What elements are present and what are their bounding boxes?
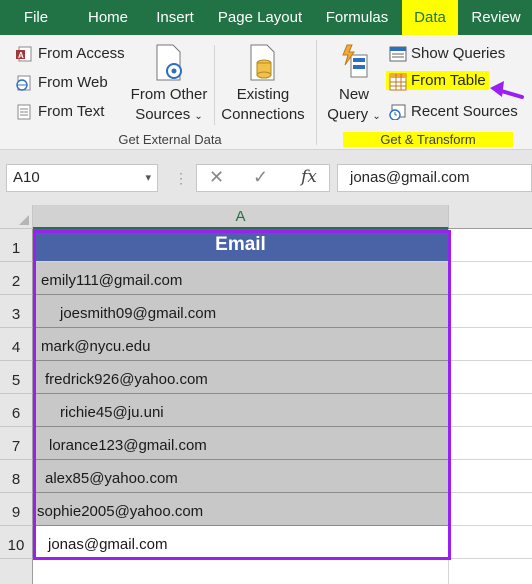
from-text-label: From Text xyxy=(38,103,105,120)
arrow-pointer-icon xyxy=(488,79,524,106)
from-table-icon xyxy=(389,73,407,90)
row-header[interactable]: 7 xyxy=(0,427,33,460)
name-box-value: A10 xyxy=(13,169,40,186)
row-header[interactable]: 2 xyxy=(0,262,33,295)
new-query-label-1: New xyxy=(338,86,369,103)
show-queries-button[interactable]: Show Queries xyxy=(389,45,505,62)
recent-sources-button[interactable]: Recent Sources xyxy=(389,103,518,121)
empty-cell[interactable] xyxy=(449,394,532,427)
table-row[interactable]: emily111@gmail.com xyxy=(33,262,449,295)
recent-sources-icon xyxy=(389,104,406,121)
from-web-button[interactable]: From Web xyxy=(16,74,108,91)
column-header-b[interactable] xyxy=(449,205,532,229)
existing-connections-button[interactable]: Existing Connections xyxy=(219,43,307,125)
empty-cell[interactable] xyxy=(449,229,532,262)
show-queries-label: Show Queries xyxy=(411,45,506,62)
empty-cell[interactable] xyxy=(449,526,532,559)
row-header[interactable]: 5 xyxy=(0,361,33,394)
row-header[interactable]: 6 xyxy=(0,394,33,427)
chevron-down-icon: ⌄ xyxy=(372,111,381,122)
new-query-icon xyxy=(324,43,384,85)
ribbon-tab-bar: File Home Insert Page Layout Formulas Da… xyxy=(0,0,532,35)
get-transform-group-label: Get & Transform xyxy=(343,132,513,147)
column-header-a[interactable]: A xyxy=(33,205,449,229)
existing-connections-label-1: Existing xyxy=(236,86,290,103)
web-icon xyxy=(16,75,32,91)
from-access-label: From Access xyxy=(38,45,125,62)
from-access-button[interactable]: A From Access xyxy=(16,45,125,62)
table-row[interactable]: lorance123@gmail.com xyxy=(33,427,449,460)
empty-cell[interactable] xyxy=(449,427,532,460)
other-sources-icon xyxy=(128,43,210,85)
from-other-sources-label-1: From Other xyxy=(130,86,208,103)
insert-function-icon[interactable]: fx xyxy=(301,167,317,187)
group-divider xyxy=(214,45,215,125)
formula-input[interactable]: jonas@gmail.com xyxy=(337,164,532,192)
tab-review[interactable]: Review xyxy=(466,0,526,35)
row-header xyxy=(0,559,33,584)
empty-cell[interactable] xyxy=(449,262,532,295)
from-web-label: From Web xyxy=(38,74,108,91)
from-text-button[interactable]: From Text xyxy=(16,103,104,120)
recent-sources-label: Recent Sources xyxy=(411,103,518,120)
table-header-cell[interactable]: Email xyxy=(33,229,449,262)
row-header[interactable]: 8 xyxy=(0,460,33,493)
from-table-button[interactable]: From Table xyxy=(386,71,489,90)
row-header[interactable]: 9 xyxy=(0,493,33,526)
access-icon: A xyxy=(16,46,32,62)
formula-buttons: ✕ ✓ fx xyxy=(196,164,330,192)
show-queries-icon xyxy=(389,46,407,62)
select-all-corner[interactable] xyxy=(0,205,33,229)
table-row[interactable]: jonas@gmail.com xyxy=(33,526,449,559)
empty-cell[interactable] xyxy=(33,559,449,584)
svg-text:A: A xyxy=(18,51,24,60)
table-row[interactable]: mark@nycu.edu xyxy=(33,328,449,361)
empty-cell[interactable] xyxy=(449,361,532,394)
tab-formulas[interactable]: Formulas xyxy=(320,0,394,35)
empty-cell[interactable] xyxy=(449,493,532,526)
from-other-sources-button[interactable]: From Other Sources ⌄ xyxy=(128,43,210,127)
from-other-sources-label-2: Sources xyxy=(135,106,191,123)
empty-cell[interactable] xyxy=(449,295,532,328)
row-header[interactable]: 10 xyxy=(0,526,33,559)
group-divider xyxy=(316,40,317,145)
worksheet-grid: A 1 2 3 4 5 6 7 8 9 10 Email emily111@gm… xyxy=(0,205,532,584)
name-box[interactable]: A10 ▾ xyxy=(6,164,158,192)
empty-cell[interactable] xyxy=(449,328,532,361)
drag-handle-icon[interactable]: ⋮ xyxy=(174,170,188,186)
table-row[interactable]: alex85@yahoo.com xyxy=(33,460,449,493)
existing-connections-label-2: Connections xyxy=(221,106,305,123)
from-table-label: From Table xyxy=(411,72,486,89)
enter-check-icon[interactable]: ✓ xyxy=(253,167,268,188)
table-row[interactable]: richie45@ju.uni xyxy=(33,394,449,427)
ribbon-panel: A From Access From Web From Text From Ot… xyxy=(0,35,532,150)
connections-icon xyxy=(219,43,307,85)
tab-home[interactable]: Home xyxy=(78,0,138,35)
tab-data[interactable]: Data xyxy=(402,0,458,35)
tab-insert[interactable]: Insert xyxy=(148,0,202,35)
row-header[interactable]: 4 xyxy=(0,328,33,361)
row-header[interactable]: 1 xyxy=(0,229,33,262)
chevron-down-icon[interactable]: ▾ xyxy=(145,165,151,191)
formula-bar: A10 ▾ ⋮ ✕ ✓ fx jonas@gmail.com xyxy=(0,150,532,205)
new-query-label-2: Query xyxy=(327,106,369,123)
get-external-data-group-label: Get External Data xyxy=(118,132,222,147)
tab-page-layout[interactable]: Page Layout xyxy=(212,0,308,35)
table-row[interactable]: fredrick926@yahoo.com xyxy=(33,361,449,394)
chevron-down-icon: ⌄ xyxy=(194,111,203,122)
cancel-icon[interactable]: ✕ xyxy=(209,167,224,188)
empty-cell[interactable] xyxy=(449,460,532,493)
table-row[interactable]: sophie2005@yahoo.com xyxy=(33,493,449,526)
new-query-button[interactable]: New Query ⌄ xyxy=(324,43,384,127)
tab-file[interactable]: File xyxy=(10,0,62,35)
table-row[interactable]: joesmith09@gmail.com xyxy=(33,295,449,328)
row-header[interactable]: 3 xyxy=(0,295,33,328)
text-file-icon xyxy=(16,104,32,120)
